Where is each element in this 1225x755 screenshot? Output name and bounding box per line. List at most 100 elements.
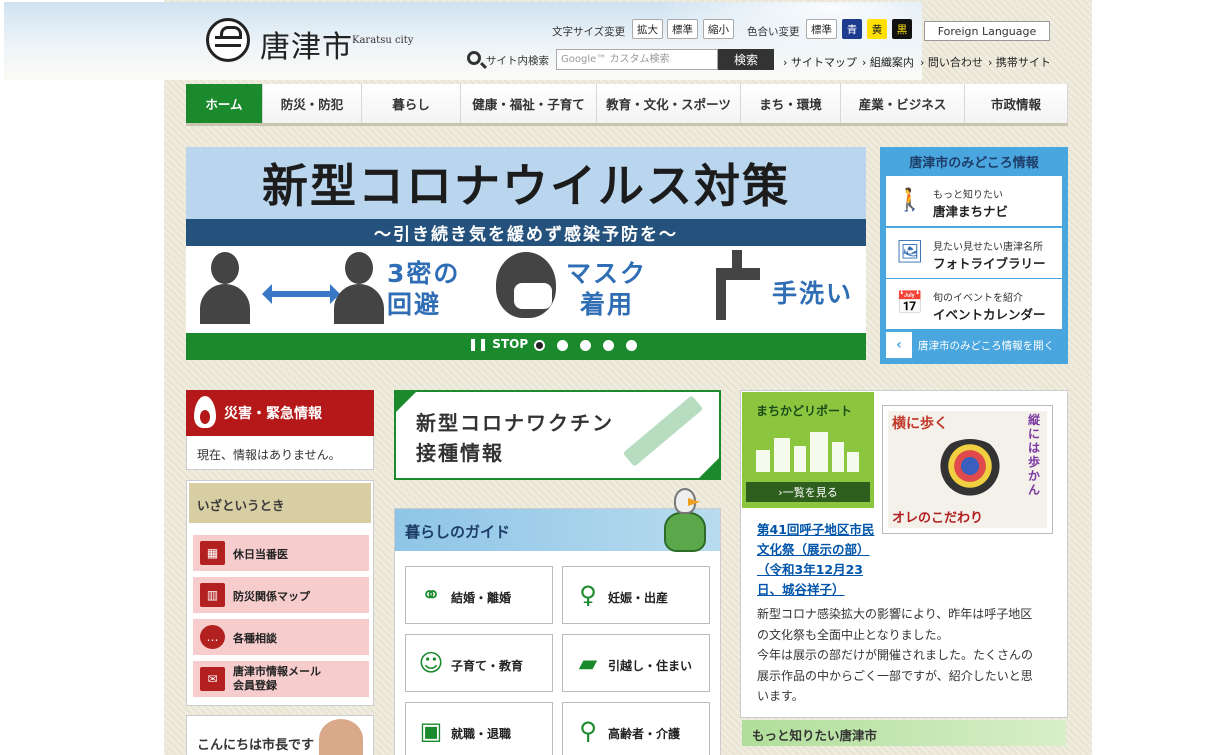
disaster-map-link[interactable]: ▥ 防災関係マップ (193, 577, 369, 613)
guide-item-label: 妊娠・出産 (608, 591, 669, 605)
guide-marriage-link[interactable]: ⚭ 結婚・離婚 (405, 566, 553, 624)
sights-item-big: フォトライブラリー (933, 256, 1046, 271)
sights-item-small: 旬のイベントを紹介 (933, 293, 1023, 304)
chevron-left-icon: ‹ (886, 332, 912, 358)
nav-environment[interactable]: まち・環境 (741, 84, 841, 123)
mail-label-line2: 会員登録 (233, 679, 277, 692)
search-icon (467, 51, 481, 65)
site-logo[interactable]: 唐津市 (260, 22, 353, 66)
sights-open-label: 唐津市のみどころ情報を開く (918, 340, 1055, 352)
izato-title: いざというとき (189, 483, 371, 523)
guide-title: 暮らしのガイド (405, 523, 511, 541)
izato-item-label: 防災関係マップ (233, 590, 310, 603)
color-blue-button[interactable]: 青 (842, 19, 862, 39)
nav-business[interactable]: 産業・ビジネス (841, 84, 965, 123)
report-body-line: 今年は展示の部だけが開催されました。たくさんの (757, 648, 1034, 662)
mayor-title: こんにちは市長です (197, 738, 315, 753)
sitemap-link[interactable]: › サイトマップ (783, 54, 857, 70)
guide-moving-link[interactable]: ▰ 引越し・住まい (562, 634, 710, 692)
sights-photo-library-link[interactable]: 🖼 見たい見せたい唐津名所 フォトライブラリー (886, 228, 1062, 278)
handwash-text: 手洗い (772, 279, 854, 308)
nav-home[interactable]: ホーム (186, 84, 263, 123)
report-body-line: います。 (757, 689, 804, 703)
report-link-line: 日、城谷祥子） (757, 582, 845, 597)
sights-item-big: 唐津まちナビ (933, 204, 1009, 219)
flame-icon (194, 396, 216, 428)
report-list-button[interactable]: › 一覧を見る (746, 482, 870, 502)
search-button[interactable]: 検索 (718, 49, 774, 70)
info-mail-link[interactable]: ✉ 唐津市情報メール 会員登録 (193, 661, 369, 697)
guide-item-label: 就職・退職 (451, 727, 512, 741)
mayor-photo (319, 719, 363, 755)
izato-item-label: 各種相談 (233, 632, 277, 645)
emergency-header[interactable]: 災害・緊急情報 (186, 390, 374, 436)
couple-icon: ⚭ (420, 581, 442, 609)
holiday-doctor-link[interactable]: ▦ 休日当番医 (193, 535, 369, 571)
nav-government[interactable]: 市政情報 (965, 84, 1068, 123)
mobile-site-link[interactable]: › 携帯サイト (988, 54, 1051, 70)
emergency-title: 災害・緊急情報 (224, 406, 322, 422)
slider-dot[interactable] (626, 340, 637, 351)
slider-dot[interactable] (580, 340, 591, 351)
mail-label-line1: 唐津市情報メール (233, 665, 321, 678)
sights-machinavi-link[interactable]: 🚶 もっと知りたい 唐津まちナビ (886, 176, 1062, 226)
search-input[interactable]: Google™ カスタム検索 (556, 49, 718, 70)
slider-dot[interactable] (534, 340, 545, 351)
syringe-icon (622, 395, 704, 467)
photo-text-3: オレのこだわり (892, 511, 984, 526)
color-label: 色合い変更 (747, 26, 800, 38)
slider-dot[interactable] (557, 340, 568, 351)
font-size-smaller-button[interactable]: 縮小 (703, 19, 734, 39)
speech-bubble-icon: … (200, 625, 225, 649)
report-photo[interactable]: 横に歩く 縦には歩かん オレのこだわり (882, 405, 1053, 534)
parent-child-icon: ☺ (418, 649, 444, 677)
guide-childcare-link[interactable]: ☺ 子育て・教育 (405, 634, 553, 692)
city-emblem-icon[interactable] (206, 18, 250, 62)
site-logo-sub: Karatsu city (352, 35, 414, 46)
sights-event-calendar-link[interactable]: 📅 旬のイベントを紹介 イベントカレンダー (886, 279, 1062, 329)
slide-subtitle: ～引き続き気を緩めず感染予防を～ (186, 219, 866, 246)
mayor-banner[interactable]: こんにちは市長です (186, 715, 374, 755)
organization-link[interactable]: › 組織案内 (862, 54, 914, 70)
nav-education[interactable]: 教育・文化・スポーツ (597, 84, 741, 123)
guide-pregnancy-link[interactable]: ♀ 妊娠・出産 (562, 566, 710, 624)
guide-item-label: 高齢者・介護 (608, 727, 681, 741)
elderly-person-icon: ⚲ (579, 717, 597, 745)
nav-disaster[interactable]: 防災・防犯 (263, 84, 362, 123)
global-nav: ホーム 防災・防犯 暮らし 健康・福祉・子育て 教育・文化・スポーツ まち・環境… (186, 84, 1068, 126)
nav-living[interactable]: 暮らし (362, 84, 461, 123)
avoid-line1: 3密の (387, 259, 461, 288)
machikado-report-badge[interactable]: まちかどリポート › 一覧を見る (742, 392, 874, 508)
font-size-normal-button[interactable]: 標準 (667, 19, 698, 39)
mask-icon (514, 283, 552, 309)
report-body: 新型コロナ感染拡大の影響により、昨年は呼子地区 の文化祭も全面中止となりました。… (757, 604, 1057, 707)
consultation-link[interactable]: … 各種相談 (193, 619, 369, 655)
report-body-line: 新型コロナ感染拡大の影響により、昨年は呼子地区 (757, 607, 1033, 621)
crab-artwork (934, 439, 1006, 499)
report-article-link[interactable]: 第41回呼子地区市民 文化祭（展示の部） （令和3年12月23 日、城谷祥子） (757, 520, 883, 600)
mask-line2: 着用 (580, 290, 635, 320)
color-normal-button[interactable]: 標準 (806, 19, 837, 39)
slider-dot[interactable] (603, 340, 614, 351)
mobile-site-label: 携帯サイト (995, 56, 1051, 69)
font-size-larger-button[interactable]: 拡大 (632, 19, 663, 39)
mask-text: マスク 着用 (566, 258, 647, 321)
slide-title: 新型コロナウイルス対策 (186, 147, 866, 219)
report-link-line: 第41回呼子地区市民 (757, 522, 875, 537)
emergency-body: 現在、情報はありません。 (186, 436, 374, 470)
search-label: サイト内検索 (486, 55, 549, 67)
foreign-language-button[interactable]: Foreign Language (924, 21, 1050, 41)
slider-stop-button[interactable]: ❚❚ STOP (468, 337, 528, 351)
vaccine-banner[interactable]: 新型コロナワクチン 接種情報 (394, 390, 721, 480)
guide-elderly-link[interactable]: ⚲ 高齢者・介護 (562, 702, 710, 755)
nav-health[interactable]: 健康・福祉・子育て (461, 84, 597, 123)
photo-text-2: 縦には歩かん (1028, 413, 1041, 497)
guide-employment-link[interactable]: ▣ 就職・退職 (405, 702, 553, 755)
color-yellow-button[interactable]: 黄 (867, 19, 887, 39)
report-link-line: 文化祭（展示の部） (757, 542, 870, 557)
report-link-line: （令和3年12月23 (757, 562, 863, 577)
sitemap-label: サイトマップ (790, 56, 857, 69)
sights-open-button[interactable]: ‹ 唐津市のみどころ情報を開く (886, 332, 1062, 358)
color-black-button[interactable]: 黒 (892, 19, 912, 39)
contact-link[interactable]: › 問い合わせ (920, 54, 983, 70)
